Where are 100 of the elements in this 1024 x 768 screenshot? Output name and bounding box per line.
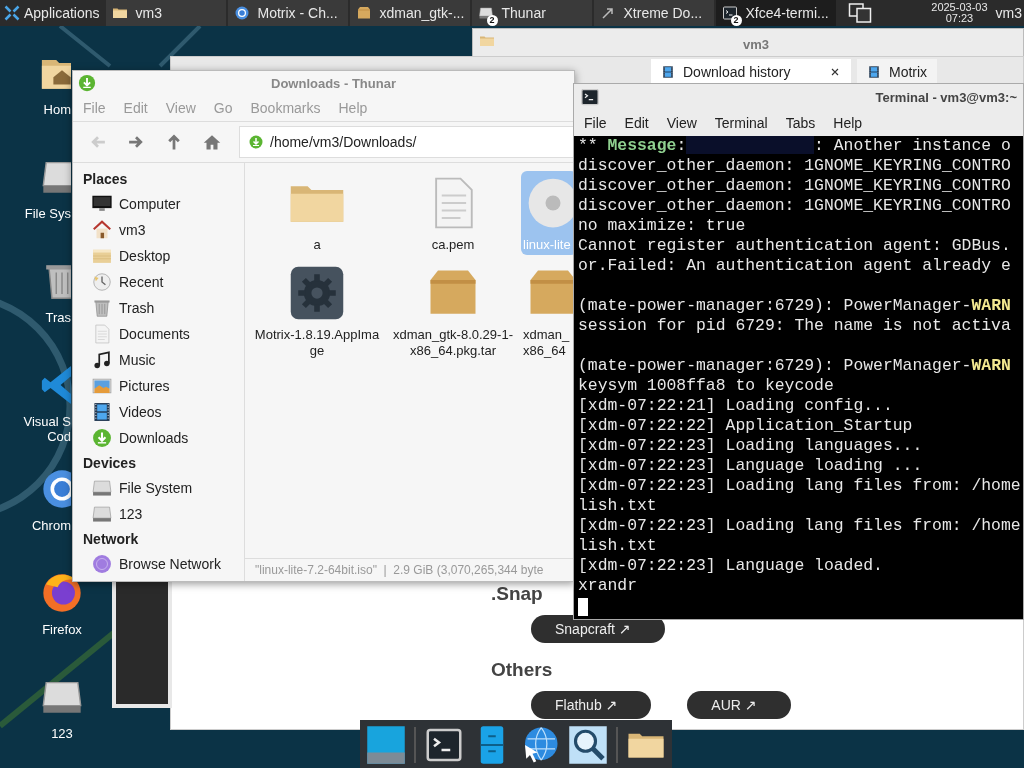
terminal-line: [xdm-07:22:23] Language loaded.: [578, 556, 884, 576]
desktop-icon-label[interactable]: Visual S Cod: [16, 414, 71, 444]
terminal-line: discover_other_daemon: 1GNOME_KEYRING_CONTRO: [578, 196, 1012, 216]
menu-item[interactable]: Edit: [624, 115, 649, 131]
download-icon: [77, 73, 97, 93]
home-icon: [91, 219, 113, 241]
desktop-icon-label[interactable]: Chrom: [16, 518, 71, 533]
trash-icon: [91, 297, 113, 319]
menu-item[interactable]: View: [666, 115, 697, 131]
picture-icon: [91, 375, 113, 397]
user-name[interactable]: vm3: [995, 5, 1024, 21]
browser-tab[interactable]: Download history: [651, 59, 851, 85]
sidebar-heading: Network: [83, 530, 140, 549]
terminal-line: Cannot register authentication agent: GDBus.: [578, 236, 1012, 256]
drive-icon: [477, 5, 494, 21]
sidebar-item[interactable]: Computer: [83, 191, 244, 217]
menu-item[interactable]: Help: [833, 115, 863, 131]
taskbar-button[interactable]: Xtreme Do...: [593, 0, 714, 26]
desktop-icon-label[interactable]: Tras: [16, 310, 71, 325]
applications-menu[interactable]: Applications: [0, 0, 106, 26]
taskbar-button[interactable]: Motrix - Ch...: [227, 0, 348, 26]
sidebar-item[interactable]: Videos: [83, 399, 244, 425]
location-field[interactable]: /home/vm3/Downloads/: [239, 126, 574, 158]
file-tile[interactable]: Motrix-1.8.19.AppIma ge: [249, 261, 385, 361]
file-tile[interactable]: a: [249, 171, 385, 255]
download-icon: [248, 134, 264, 150]
network-icon: [91, 553, 113, 575]
terminal-line: ** Message: : Another instance o: [578, 136, 1012, 156]
sidebar-item[interactable]: Desktop: [83, 243, 244, 269]
sidebar-item[interactable]: Recent: [83, 269, 244, 295]
desktop-icon-label[interactable]: Firefox: [42, 622, 82, 637]
sidebar-heading: Devices: [83, 454, 137, 473]
sidebar-item[interactable]: Music: [83, 347, 244, 373]
window-title: vm3: [742, 36, 770, 52]
desktop-icon-label[interactable]: Hom: [16, 102, 71, 117]
clock-date: 2025-03-03: [931, 2, 988, 13]
terminal-line: session for pid 6729: The name is not activa: [578, 316, 1012, 336]
terminal-line: discover_other_daemon: 1GNOME_KEYRING_CONTRO: [578, 156, 1012, 176]
browser-tab[interactable]: Motrix: [857, 59, 938, 85]
taskbar-button[interactable]: vm3: [105, 0, 226, 26]
menu-item[interactable]: File: [584, 115, 607, 131]
terminal-line: (mate-power-manager:6729): PowerManager-WARN: [578, 296, 1012, 316]
terminal-line: [xdm-07:22:23] Loading lang files from: /home: [578, 476, 1022, 496]
terminal-line: lish.txt: [578, 496, 658, 516]
file-tile[interactable]: xdman_ x86_64: [521, 261, 574, 361]
clock-time: 07:23: [945, 13, 974, 24]
sidebar-item[interactable]: vm3: [83, 217, 244, 243]
music-note-icon: [91, 349, 113, 371]
terminal-line: (mate-power-manager:6729): PowerManager-WARN: [578, 356, 1012, 376]
drive-icon: [91, 503, 113, 525]
taskbar-button[interactable]: 2 Thunar: [471, 0, 592, 26]
count-badge: 2: [730, 15, 742, 26]
search-icon[interactable]: [568, 725, 608, 765]
taskbar-button[interactable]: 2 Xfce4-termi...: [715, 0, 836, 26]
section-heading: .Snap: [491, 583, 543, 605]
terminal-line: [xdm-07:22:21] Loading config...: [578, 396, 894, 416]
desktop-icon-label[interactable]: 123: [51, 726, 73, 741]
terminal-line: [xdm-07:22:23] Language loading ...: [578, 456, 924, 476]
sidebar-item[interactable]: Browse Network: [83, 551, 244, 577]
browser-icon: [233, 5, 250, 21]
sidebar-item[interactable]: 123: [83, 501, 244, 527]
film-icon: [867, 65, 881, 79]
terminal-icon: [580, 87, 600, 107]
film-icon: [661, 65, 675, 79]
link-button[interactable]: Flathub ↗: [531, 691, 652, 719]
app-menu-icon: [4, 5, 20, 21]
count-badge: 2: [486, 15, 498, 26]
sidebar-item[interactable]: Downloads: [83, 425, 244, 451]
link-button[interactable]: AUR ↗: [687, 691, 791, 719]
desktop-icon[interactable]: [366, 725, 406, 765]
terminal-line: [xdm-07:22:22] Application_Startup: [578, 416, 914, 436]
menu-item[interactable]: Terminal: [714, 115, 768, 131]
terminal-line: xrandr: [578, 576, 639, 596]
close-icon[interactable]: [829, 66, 841, 78]
window-title: Downloads - Thunar: [270, 75, 397, 91]
clock-icon: [91, 271, 113, 293]
sidebar-item[interactable]: File System: [83, 475, 244, 501]
taskbar-button[interactable]: xdman_gtk-...: [349, 0, 470, 26]
download-icon: [91, 427, 113, 449]
window-title: Terminal - vm3@vm3:~: [874, 89, 1017, 105]
section-heading: Others: [491, 659, 553, 681]
terminal-icon: [721, 5, 738, 21]
drive-icon: [91, 477, 113, 499]
terminal-line: or.Failed: An authentication agent already e: [578, 256, 1012, 276]
terminal-line: [xdm-07:22:23] Loading languages...: [578, 436, 924, 456]
film-icon: [91, 401, 113, 423]
file-tile[interactable]: ca.pem: [385, 171, 521, 255]
terminal-line: keysym 1008ffa8 to keycode: [578, 376, 835, 396]
terminal-line: no maximize: true: [578, 216, 747, 236]
file-tile[interactable]: xdman_gtk-8.0.29-1- x86_64.pkg.tar: [385, 261, 521, 361]
terminal-line: lish.txt: [578, 536, 658, 556]
package-icon: [355, 5, 372, 21]
terminal-line: [xdm-07:22:23] Loading lang files from: /home: [578, 516, 1022, 536]
menu-item[interactable]: Tabs: [785, 115, 816, 131]
desktop-icon-label[interactable]: File Sys: [16, 206, 71, 221]
sidebar-item[interactable]: Pictures: [83, 373, 244, 399]
sidebar-item[interactable]: Documents: [83, 321, 244, 347]
sidebar-heading: Places: [83, 170, 129, 189]
sidebar-item[interactable]: Trash: [83, 295, 244, 321]
terminal-line: discover_other_daemon: 1GNOME_KEYRING_CONTRO: [578, 176, 1012, 196]
